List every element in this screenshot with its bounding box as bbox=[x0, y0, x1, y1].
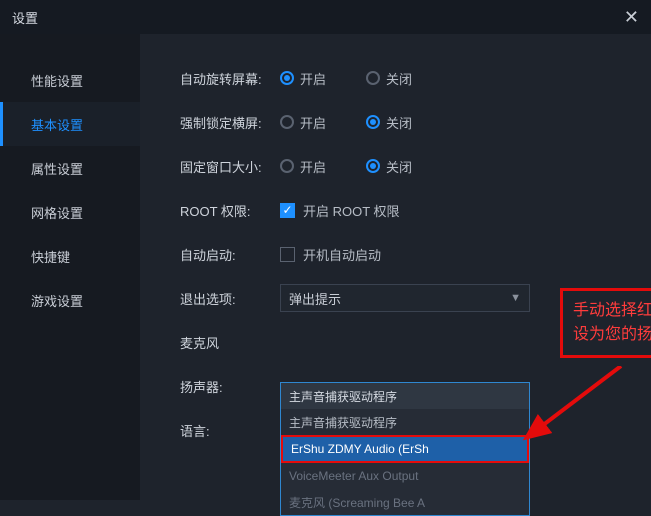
radio-circle-icon bbox=[366, 115, 380, 129]
label-autostart: 自动启动: bbox=[180, 245, 280, 264]
radio-fixedwin-on[interactable]: 开启 bbox=[280, 157, 326, 176]
close-icon[interactable]: ✕ bbox=[624, 8, 639, 26]
chevron-down-icon: ▼ bbox=[510, 292, 521, 304]
sidebar-item-shortcut[interactable]: 快捷键 bbox=[0, 234, 140, 278]
select-exit-option[interactable]: 弹出提示 ▼ bbox=[280, 284, 530, 312]
dropdown-option[interactable]: 主声音捕获驱动程序 bbox=[281, 409, 529, 435]
radio-circle-icon bbox=[280, 159, 294, 173]
check-icon bbox=[280, 247, 295, 262]
label-speaker: 扬声器: bbox=[180, 377, 280, 396]
radio-force-land-on[interactable]: 开启 bbox=[280, 113, 326, 132]
sidebar-item-label: 性能设置 bbox=[31, 71, 83, 90]
label-language: 语言: bbox=[180, 421, 280, 440]
label-force-landscape: 强制锁定横屏: bbox=[180, 113, 280, 132]
settings-panel: 自动旋转屏幕: 开启 关闭 强制锁定横屏: 开启 关闭 固定窗口大小: 开启 关… bbox=[140, 34, 651, 500]
dropdown-option[interactable]: 主声音捕获驱动程序 bbox=[281, 383, 529, 409]
label-root: ROOT 权限: bbox=[180, 201, 280, 220]
row-fixed-window: 固定窗口大小: 开启 关闭 bbox=[180, 144, 631, 188]
radio-force-land-off[interactable]: 关闭 bbox=[366, 113, 412, 132]
dropdown-option[interactable]: 麦克风 (Screaming Bee A bbox=[281, 489, 529, 515]
sidebar-item-label: 游戏设置 bbox=[31, 291, 83, 310]
checkbox-autostart[interactable]: 开机自动启动 bbox=[280, 245, 381, 264]
select-value: 弹出提示 bbox=[289, 289, 341, 308]
label-auto-rotate: 自动旋转屏幕: bbox=[180, 69, 280, 88]
label-exit-option: 退出选项: bbox=[180, 289, 280, 308]
radio-fixedwin-off[interactable]: 关闭 bbox=[366, 157, 412, 176]
row-root: ROOT 权限: ✓ 开启 ROOT 权限 bbox=[180, 188, 631, 232]
check-icon: ✓ bbox=[280, 203, 295, 218]
radio-circle-icon bbox=[280, 71, 294, 85]
row-auto-rotate: 自动旋转屏幕: 开启 关闭 bbox=[180, 56, 631, 100]
annotation-callout: 手动选择红框选项, 设为您的扬声器设备 bbox=[560, 288, 651, 358]
radio-auto-rotate-off[interactable]: 关闭 bbox=[366, 69, 412, 88]
row-force-landscape: 强制锁定横屏: 开启 关闭 bbox=[180, 100, 631, 144]
label-fixed-window: 固定窗口大小: bbox=[180, 157, 280, 176]
label-mic: 麦克风 bbox=[180, 333, 280, 352]
window-title: 设置 bbox=[12, 8, 38, 27]
sidebar-item-performance[interactable]: 性能设置 bbox=[0, 58, 140, 102]
sidebar-item-label: 基本设置 bbox=[31, 115, 83, 134]
sidebar-item-label: 快捷键 bbox=[31, 247, 70, 266]
radio-circle-icon bbox=[366, 71, 380, 85]
speaker-dropdown[interactable]: 主声音捕获驱动程序 主声音捕获驱动程序 ErShu ZDMY Audio (Er… bbox=[280, 382, 530, 516]
sidebar-item-game[interactable]: 游戏设置 bbox=[0, 278, 140, 322]
dropdown-option-highlighted[interactable]: ErShu ZDMY Audio (ErSh bbox=[281, 435, 529, 463]
sidebar-item-network[interactable]: 网格设置 bbox=[0, 190, 140, 234]
sidebar-item-label: 网格设置 bbox=[31, 203, 83, 222]
dropdown-option[interactable]: VoiceMeeter Aux Output bbox=[281, 463, 529, 489]
radio-circle-icon bbox=[366, 159, 380, 173]
row-autostart: 自动启动: 开机自动启动 bbox=[180, 232, 631, 276]
radio-auto-rotate-on[interactable]: 开启 bbox=[280, 69, 326, 88]
radio-circle-icon bbox=[280, 115, 294, 129]
titlebar: 设置 ✕ bbox=[0, 0, 651, 34]
sidebar: 性能设置 基本设置 属性设置 网格设置 快捷键 游戏设置 bbox=[0, 34, 140, 500]
sidebar-item-property[interactable]: 属性设置 bbox=[0, 146, 140, 190]
callout-line: 手动选择红框选项, bbox=[573, 299, 651, 323]
sidebar-item-label: 属性设置 bbox=[31, 159, 83, 178]
checkbox-root[interactable]: ✓ 开启 ROOT 权限 bbox=[280, 201, 400, 220]
callout-line: 设为您的扬声器设备 bbox=[573, 323, 651, 347]
sidebar-item-basic[interactable]: 基本设置 bbox=[0, 102, 140, 146]
